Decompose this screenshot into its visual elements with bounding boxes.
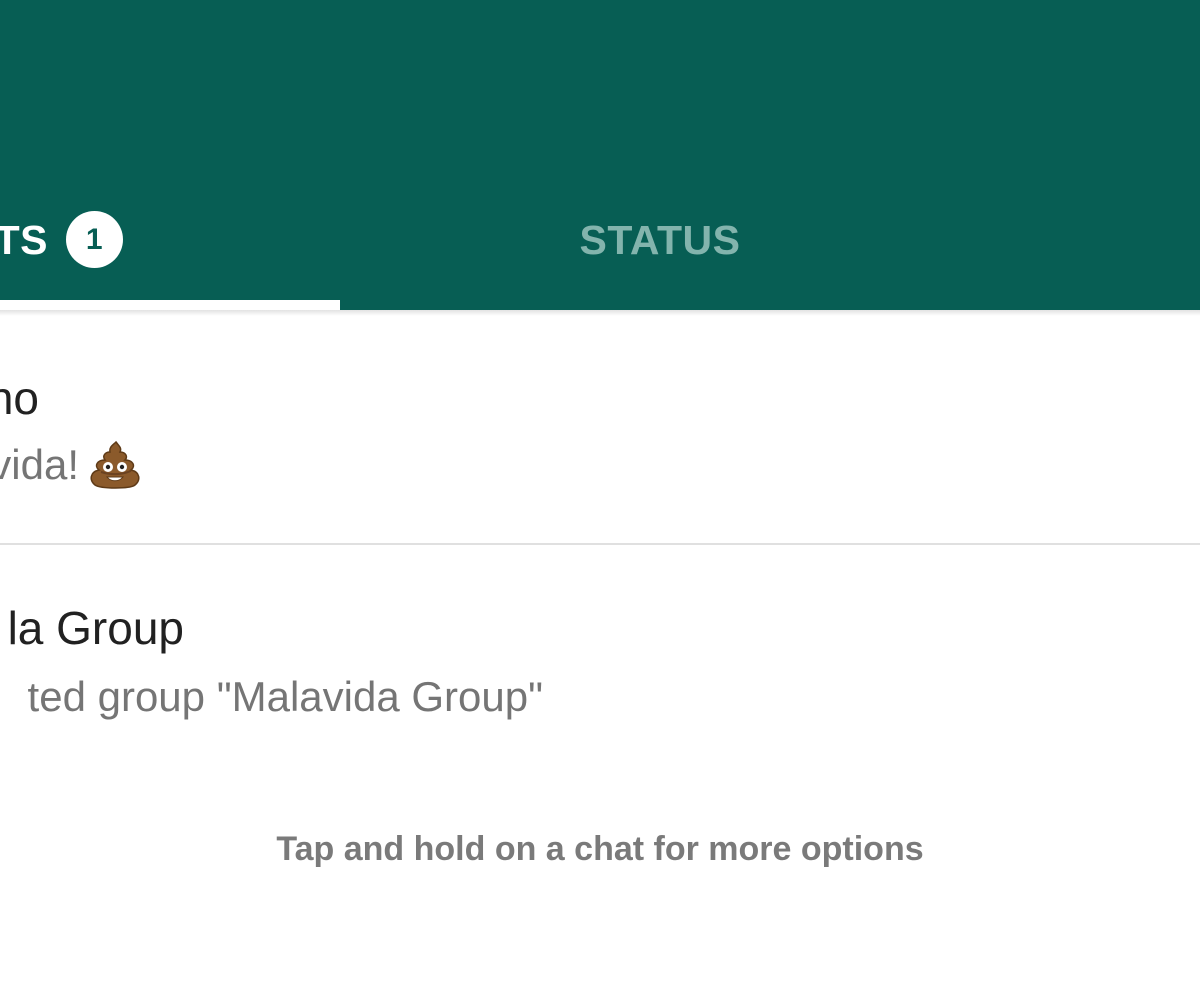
- unread-badge: 1: [66, 211, 123, 268]
- app-screen: TS 1 STATUS no vida! la Group ted group …: [0, 0, 1200, 985]
- pile-of-poo-icon: [90, 440, 140, 489]
- app-header: TS 1 STATUS: [0, 0, 1200, 310]
- tab-chats-label: TS: [0, 216, 48, 263]
- tab-status[interactable]: STATUS: [340, 196, 980, 284]
- hint-text: Tap and hold on a chat for more options: [276, 830, 924, 868]
- tab-chats[interactable]: TS 1: [0, 196, 340, 284]
- chat-list-item[interactable]: la Group ted group "Malavida Group": [0, 545, 1200, 775]
- chat-list-item[interactable]: no vida!: [0, 316, 1200, 543]
- chat-last-message: ted group "Malavida Group": [27, 673, 543, 720]
- chat-name: la Group: [7, 602, 184, 654]
- tab-status-label: STATUS: [579, 216, 741, 263]
- active-tab-indicator: [0, 300, 340, 310]
- chat-name: no: [0, 372, 39, 424]
- chat-last-message: vida!: [0, 441, 79, 488]
